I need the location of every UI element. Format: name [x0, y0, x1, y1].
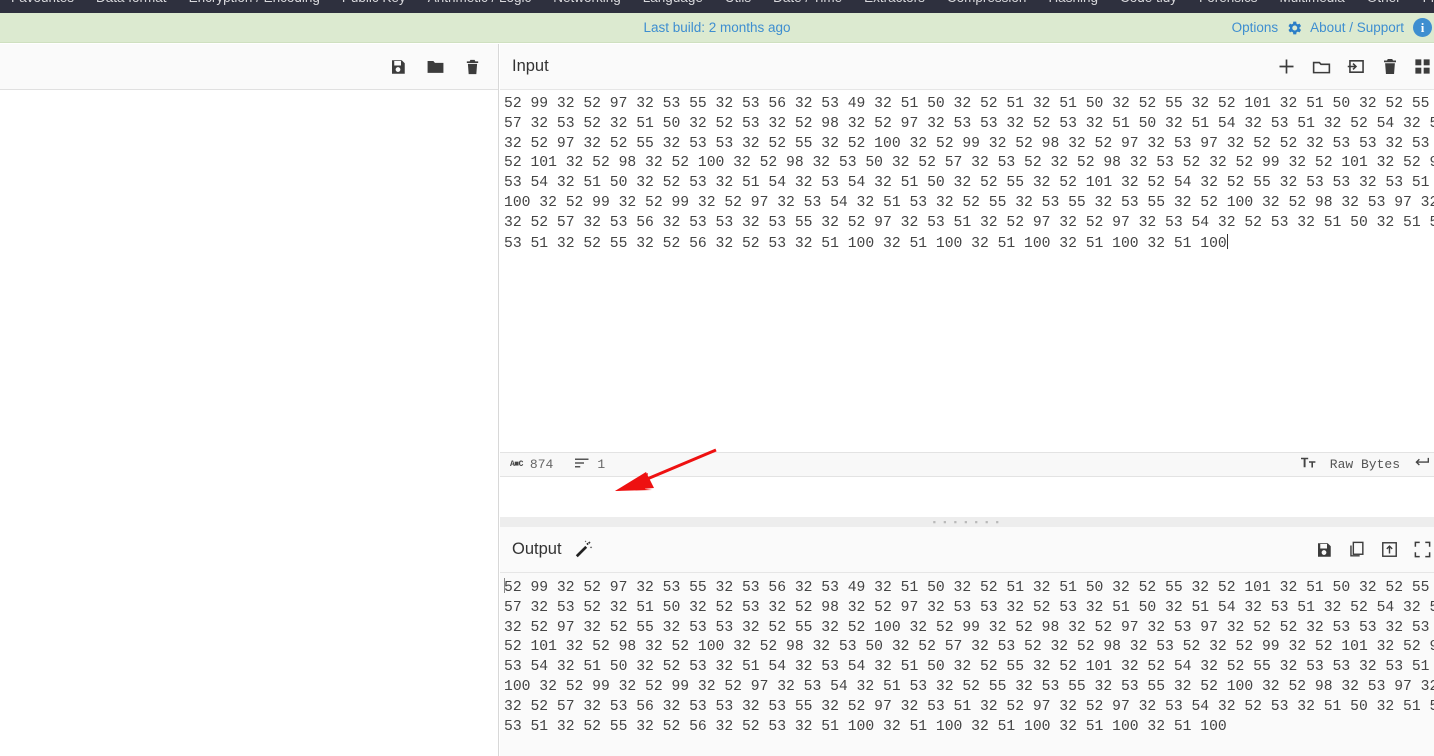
- abc-character-count-icon: A■C: [510, 460, 523, 469]
- output-line-text: 52 99 32 52 97 32 53 55 32 53 56 32 53 4…: [504, 580, 1434, 596]
- input-status-right: Raw Bytes: [1300, 456, 1430, 473]
- navbar-items: Favourites Data format Encryption / Enco…: [0, 0, 1434, 13]
- nav-item-hashing[interactable]: Hashing: [1037, 0, 1109, 13]
- input-line: 53 54 32 51 50 32 52 53 32 51 54 32 53 5…: [504, 175, 1434, 192]
- nav-item-language[interactable]: Language: [632, 0, 714, 13]
- input-line: 52 101 32 52 98 32 52 100 32 52 98 32 53…: [504, 155, 1434, 172]
- nav-item-code-tidy[interactable]: Code tidy: [1109, 0, 1188, 13]
- input-line: 32 52 57 32 53 56 32 53 53 32 53 55 32 5…: [504, 214, 1434, 231]
- recipe-operation-list[interactable]: [0, 90, 498, 756]
- gear-icon[interactable]: [1285, 19, 1303, 37]
- nav-item-favourites[interactable]: Favourites: [0, 0, 85, 13]
- carriage-return-icon[interactable]: [1413, 456, 1430, 473]
- info-circle-icon[interactable]: [1413, 18, 1432, 37]
- open-file-as-input-icon[interactable]: [1346, 56, 1367, 77]
- recipe-pane: [0, 44, 499, 756]
- options-link[interactable]: Options: [1232, 20, 1279, 35]
- nav-item-forensics[interactable]: Forensics: [1188, 0, 1269, 13]
- io-column: Input 52 99 32 52 97 32 53 55 32 53 56 3…: [500, 44, 1434, 756]
- line-count-icon: [575, 457, 590, 473]
- input-line-text: 53 51 32 52 55 32 52 56 32 52 53 32 51 1…: [504, 235, 1227, 252]
- input-status-bar: A■C 874 1 Raw Bytes: [500, 452, 1434, 477]
- output-panel: Output 52 99 32 52 97 32 53 55 32 53 56 …: [500, 527, 1434, 756]
- line-count-value: 1: [597, 457, 606, 472]
- output-title: Output: [512, 540, 562, 558]
- nav-item-compression[interactable]: Compression: [936, 0, 1038, 13]
- open-folder-as-input-icon[interactable]: [1311, 56, 1332, 77]
- recipe-title-bar: [0, 44, 498, 90]
- nav-item-other[interactable]: Other: [1356, 0, 1412, 13]
- output-line: 53 54 32 51 50 32 52 53 32 51 54 32 53 5…: [504, 659, 1434, 676]
- clear-io-icon[interactable]: [1381, 57, 1399, 76]
- line-count: 1: [575, 457, 605, 473]
- output-first-line: 52 99 32 52 97 32 53 55 32 53 56 32 53 4…: [504, 578, 1434, 599]
- input-title: Input: [512, 57, 549, 75]
- io-splitter[interactable]: ▪ ▪ ▪ ▪ ▪ ▪ ▪: [500, 517, 1434, 527]
- output-line: 52 101 32 52 98 32 52 100 32 52 98 32 53…: [504, 639, 1434, 656]
- about-support-link[interactable]: About / Support: [1310, 20, 1404, 35]
- nav-item-extractors[interactable]: Extractors: [853, 0, 936, 13]
- nav-item-date-time[interactable]: Date / Time: [762, 0, 853, 13]
- nav-item-arithmetic-logic[interactable]: Arithmetic / Logic: [417, 0, 543, 13]
- clear-recipe-icon[interactable]: [464, 58, 481, 76]
- output-textarea[interactable]: 52 99 32 52 97 32 53 55 32 53 56 32 53 4…: [500, 573, 1434, 756]
- font-size-icon[interactable]: [1300, 456, 1317, 473]
- output-line: 100 32 52 99 32 52 99 32 52 97 32 53 54 …: [504, 678, 1434, 695]
- input-last-line: 53 51 32 52 55 32 52 56 32 52 53 32 51 1…: [504, 233, 1434, 255]
- input-line: 100 32 52 99 32 52 99 32 52 97 32 53 54 …: [504, 194, 1434, 211]
- text-caret: [1226, 233, 1228, 249]
- output-title-bar: Output: [500, 527, 1434, 573]
- input-line: 32 52 97 32 52 55 32 53 53 32 52 55 32 5…: [504, 135, 1434, 152]
- input-textarea[interactable]: 52 99 32 52 97 32 53 55 32 53 56 32 53 4…: [500, 90, 1434, 452]
- reset-pane-layout-icon[interactable]: [1413, 57, 1432, 76]
- nav-item-flow-control[interactable]: Flow control: [1412, 0, 1434, 13]
- input-encoding-label[interactable]: Raw Bytes: [1330, 457, 1400, 472]
- nav-item-encryption-encoding[interactable]: Encryption / Encoding: [178, 0, 331, 13]
- output-line: 32 52 57 32 53 56 32 53 53 32 53 55 32 5…: [504, 698, 1434, 715]
- nav-item-networking[interactable]: Networking: [542, 0, 632, 13]
- nav-item-multimedia[interactable]: Multimedia: [1269, 0, 1356, 13]
- input-line: 52 99 32 52 97 32 53 55 32 53 56 32 53 4…: [504, 96, 1434, 112]
- save-output-icon[interactable]: [1315, 541, 1333, 559]
- replace-input-with-output-icon[interactable]: [1380, 540, 1399, 559]
- nav-item-public-key[interactable]: Public Key: [331, 0, 417, 13]
- character-count: A■C 874: [510, 457, 553, 472]
- character-count-value: 874: [529, 457, 554, 472]
- output-line: 32 52 97 32 52 55 32 53 53 32 52 55 32 5…: [504, 619, 1434, 636]
- input-title-bar: Input: [500, 44, 1434, 90]
- output-line: 53 51 32 52 55 32 52 56 32 52 53 32 51 1…: [504, 718, 1227, 735]
- save-recipe-icon[interactable]: [389, 58, 407, 76]
- nav-item-data-format[interactable]: Data format: [85, 0, 178, 13]
- add-input-tab-icon[interactable]: [1276, 56, 1297, 77]
- load-recipe-icon[interactable]: [426, 57, 445, 76]
- output-line: 57 32 53 52 32 51 50 32 52 53 32 52 98 3…: [504, 599, 1434, 616]
- banner-right-actions: Options About / Support: [1232, 13, 1434, 42]
- copy-output-icon[interactable]: [1347, 540, 1366, 559]
- last-build-text: Last build: 2 months ago: [643, 20, 791, 35]
- magic-wand-icon[interactable]: [573, 539, 594, 560]
- main-navbar: Favourites Data format Encryption / Enco…: [0, 0, 1434, 13]
- splitter-handle-dots: ▪ ▪ ▪ ▪ ▪ ▪ ▪: [932, 517, 1002, 527]
- input-line: 57 32 53 52 32 51 50 32 52 53 32 52 98 3…: [504, 115, 1434, 132]
- nav-item-utils[interactable]: Utils: [714, 0, 762, 13]
- input-panel: Input 52 99 32 52 97 32 53 55 32 53 56 3…: [500, 44, 1434, 477]
- build-banner: Last build: 2 months ago Options About /…: [0, 13, 1434, 43]
- input-actions: [1276, 56, 1434, 77]
- maximise-output-icon[interactable]: [1413, 540, 1432, 559]
- cyberchef-app: Favourites Data format Encryption / Enco…: [0, 0, 1434, 756]
- output-actions: [1315, 540, 1434, 559]
